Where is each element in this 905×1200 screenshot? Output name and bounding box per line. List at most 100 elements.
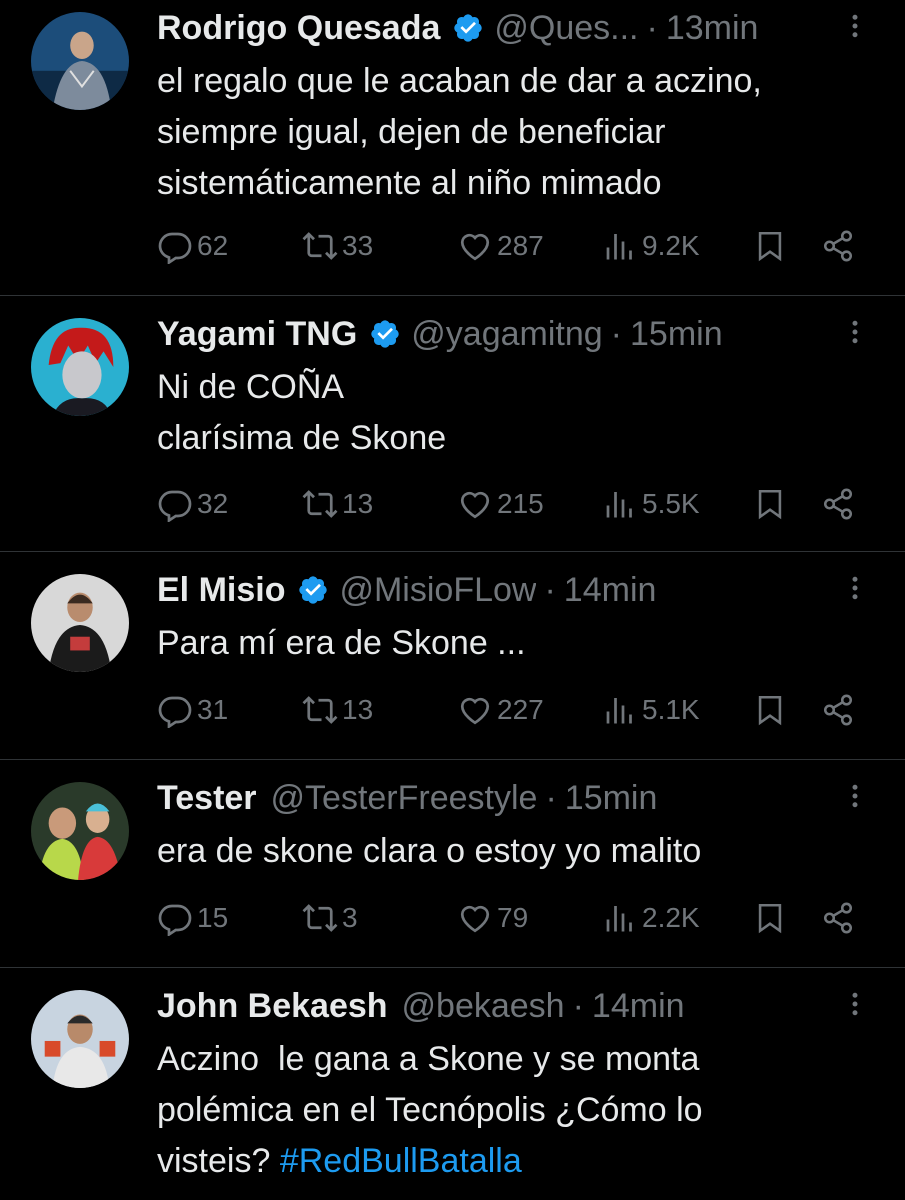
- bookmark-icon: [758, 695, 782, 726]
- separator: ·: [544, 571, 556, 609]
- reply-icon: [158, 232, 192, 264]
- timestamp[interactable]: 15min: [565, 770, 658, 826]
- share-icon: [823, 488, 853, 520]
- username[interactable]: @bekaesh: [402, 978, 565, 1034]
- tweet-text-line: Ni de COÑA: [157, 368, 345, 406]
- like-button[interactable]: 227: [457, 680, 544, 740]
- avatar[interactable]: [31, 574, 129, 672]
- tweet-text-line: el regalo que le acaban de dar a aczino,: [157, 62, 762, 100]
- reply-icon: [158, 696, 192, 728]
- tweet-actions: 15 3 79 2.2K: [157, 888, 875, 948]
- more-icon: [852, 14, 858, 38]
- bookmark-button[interactable]: [753, 680, 787, 740]
- retweet-icon: [302, 490, 338, 518]
- timestamp[interactable]: 15min: [630, 306, 723, 362]
- tweet-header: Tester @TesterFreestyle · 15min: [157, 770, 875, 826]
- like-button[interactable]: 215: [457, 474, 544, 534]
- timestamp[interactable]: 14min: [564, 562, 657, 618]
- tweet-text-line: clarísima de Skone: [157, 419, 447, 457]
- reply-count: 15: [197, 902, 229, 933]
- views-button[interactable]: 2.2K: [602, 888, 700, 948]
- tweet-actions: 62 33 287 9.2K: [157, 216, 875, 276]
- avatar-image: [31, 782, 129, 880]
- views-icon: [606, 492, 632, 518]
- display-name[interactable]: Yagami TNG: [157, 306, 357, 362]
- reply-button[interactable]: 32: [157, 474, 228, 534]
- username[interactable]: @Ques...: [494, 0, 638, 56]
- display-name[interactable]: John Bekaesh: [157, 978, 388, 1034]
- tweet-actions: 32 13 215 5.5K: [157, 474, 875, 534]
- bookmark-icon: [758, 903, 782, 934]
- views-button[interactable]: 9.2K: [602, 216, 700, 276]
- reply-button[interactable]: 31: [157, 680, 228, 740]
- retweet-button[interactable]: 33: [302, 216, 373, 276]
- retweet-count: 3: [342, 902, 358, 933]
- bookmark-button[interactable]: [753, 888, 787, 948]
- tweet-tester[interactable]: Tester @TesterFreestyle · 15min era de s…: [0, 760, 905, 968]
- avatar[interactable]: [31, 12, 129, 110]
- display-name[interactable]: Rodrigo Quesada: [157, 0, 440, 56]
- share-icon: [823, 694, 853, 726]
- hashtag-link[interactable]: #RedBullBatalla: [280, 1142, 522, 1180]
- tweet-text-line: siempre igual, dejen de beneficiar: [157, 113, 666, 151]
- avatar[interactable]: [31, 318, 129, 416]
- username[interactable]: @TesterFreestyle: [271, 770, 538, 826]
- username[interactable]: @yagamitng: [411, 306, 602, 362]
- tweet-actions: 31 13 227 5.1K: [157, 680, 875, 740]
- more-options-button[interactable]: [835, 776, 875, 816]
- views-button[interactable]: 5.1K: [602, 680, 700, 740]
- like-count: 227: [497, 694, 544, 725]
- like-button[interactable]: 287: [457, 216, 544, 276]
- display-name[interactable]: Tester: [157, 770, 257, 826]
- separator: ·: [545, 779, 557, 817]
- tweet-text: Aczino le gana a Skone y se monta polémi…: [157, 1034, 875, 1187]
- reply-button[interactable]: 62: [157, 216, 228, 276]
- share-button[interactable]: [821, 888, 855, 948]
- tweet-text-line: era de skone clara o estoy yo malito: [157, 832, 702, 870]
- like-icon: [460, 233, 490, 261]
- separator: ·: [572, 987, 584, 1025]
- views-icon: [606, 234, 632, 260]
- views-button[interactable]: 5.5K: [602, 474, 700, 534]
- tweet-text: el regalo que le acaban de dar a aczino,…: [157, 56, 875, 209]
- tweet-el-misio[interactable]: El Misio @MisioFLow · 14min Para mí era …: [0, 552, 905, 760]
- share-button[interactable]: [821, 680, 855, 740]
- bookmark-button[interactable]: [753, 216, 787, 276]
- retweet-button[interactable]: 13: [302, 474, 373, 534]
- bookmark-icon: [758, 489, 782, 520]
- display-name[interactable]: El Misio: [157, 562, 285, 618]
- avatar-image: [31, 318, 129, 416]
- avatar[interactable]: [31, 990, 129, 1088]
- reply-icon: [158, 490, 192, 522]
- timestamp[interactable]: 13min: [666, 0, 759, 56]
- separator: ·: [610, 315, 622, 353]
- share-button[interactable]: [821, 474, 855, 534]
- verified-badge-icon: [371, 320, 399, 348]
- share-button[interactable]: [821, 216, 855, 276]
- more-options-button[interactable]: [835, 6, 875, 46]
- like-button[interactable]: 79: [457, 888, 528, 948]
- timestamp[interactable]: 14min: [592, 978, 685, 1034]
- reply-button[interactable]: 15: [157, 888, 228, 948]
- more-options-button[interactable]: [835, 984, 875, 1024]
- more-options-button[interactable]: [835, 312, 875, 352]
- username[interactable]: @MisioFLow: [339, 562, 536, 618]
- bookmark-button[interactable]: [753, 474, 787, 534]
- tweet-text-line: Aczino le gana a Skone y se monta: [157, 1040, 700, 1078]
- like-count: 287: [497, 230, 544, 261]
- tweet-text: Ni de COÑA clarísima de Skone: [157, 362, 875, 464]
- tweet-rodrigo-quesada[interactable]: Rodrigo Quesada @Ques... · 13min el rega…: [0, 0, 905, 296]
- reply-count: 31: [197, 694, 229, 725]
- views-count: 2.2K: [642, 902, 700, 933]
- tweet-text: era de skone clara o estoy yo malito: [157, 826, 875, 877]
- retweet-button[interactable]: 3: [302, 888, 358, 948]
- tweet-john-bekaesh[interactable]: John Bekaesh @bekaesh · 14min Aczino le …: [0, 968, 905, 1200]
- avatar[interactable]: [31, 782, 129, 880]
- tweet-yagami-tng[interactable]: Yagami TNG @yagamitng · 15min Ni de COÑA…: [0, 296, 905, 552]
- more-options-button[interactable]: [835, 568, 875, 608]
- like-count: 215: [497, 488, 544, 519]
- avatar-image: [31, 574, 129, 672]
- retweet-button[interactable]: 13: [302, 680, 373, 740]
- views-icon: [606, 906, 632, 932]
- retweet-icon: [302, 696, 338, 724]
